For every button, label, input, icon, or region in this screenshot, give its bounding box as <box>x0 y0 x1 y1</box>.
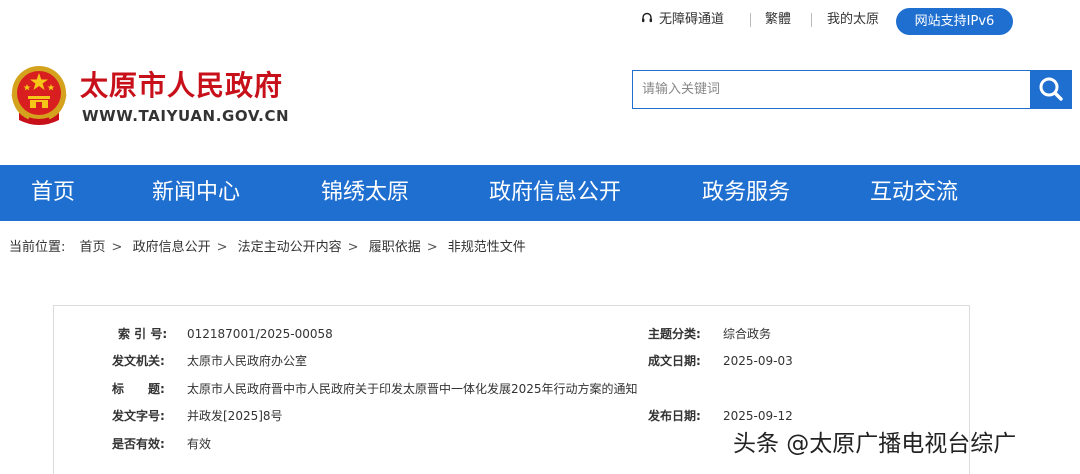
breadcrumb-separator: > <box>347 240 359 255</box>
source-watermark: 头条 @太原广播电视台综广 <box>733 431 1017 457</box>
breadcrumb-item[interactable]: 非规范性文件 <box>448 240 526 255</box>
utility-bar: 无障碍通道 繁體 我的太原 网站支持IPv6 <box>0 0 1080 42</box>
breadcrumb-separator: > <box>111 240 123 255</box>
headset-icon <box>642 12 652 23</box>
nav-gov-info-disclosure[interactable]: 政府信息公开 <box>489 165 621 221</box>
site-url: WWW.TAIYUAN.GOV.CN <box>82 107 290 125</box>
breadcrumb-prefix: 当前位置: <box>9 240 66 255</box>
breadcrumb-item[interactable]: 法定主动公开内容 <box>238 240 342 255</box>
breadcrumb: 当前位置: 首页 > 政府信息公开 > 法定主动公开内容 > 履职依据 > 非规范性文件 <box>9 238 528 258</box>
search-icon <box>1039 77 1063 101</box>
published-date-value: 2025-09-12 <box>723 409 793 423</box>
traditional-chinese-link[interactable]: 繁體 <box>765 11 791 29</box>
doc-number-label: 发文字号: <box>112 409 165 423</box>
issuer-value: 太原市人民政府办公室 <box>187 354 308 368</box>
search-input[interactable]: 请输入关键词 <box>632 70 1031 109</box>
nav-interaction[interactable]: 互动交流 <box>870 165 958 221</box>
accessibility-link[interactable]: 无障碍通道 <box>641 11 724 29</box>
breadcrumb-item[interactable]: 首页 <box>80 240 106 255</box>
breadcrumb-separator: > <box>216 240 228 255</box>
validity-value: 有效 <box>187 437 212 451</box>
main-nav: 首页 新闻中心 锦绣太原 政府信息公开 政务服务 互动交流 <box>0 165 1080 221</box>
my-taiyuan-link[interactable]: 我的太原 <box>827 11 879 29</box>
validity-label: 是否有效: <box>112 437 165 451</box>
search-button[interactable] <box>1030 70 1072 109</box>
published-date-label: 发布日期: <box>648 409 701 423</box>
divider <box>811 13 812 27</box>
site-name[interactable]: 太原市人民政府 <box>80 68 283 104</box>
doc-number-value: 并政发[2025]8号 <box>187 409 283 423</box>
issuer-label: 发文机关: <box>112 354 165 368</box>
title-value: 太原市人民政府晋中市人民政府关于印发太原晋中一体化发展2025年行动方案的通知 <box>187 382 638 396</box>
nav-home[interactable]: 首页 <box>31 165 75 221</box>
title-label: 标 题: <box>112 382 165 396</box>
index-value: 012187001/2025-00058 <box>187 327 333 341</box>
created-date-value: 2025-09-03 <box>723 354 793 368</box>
category-label: 主题分类: <box>648 327 701 341</box>
index-label: 索 引 号: <box>118 327 168 341</box>
nav-gov-services[interactable]: 政务服务 <box>702 165 790 221</box>
breadcrumb-item[interactable]: 履职依据 <box>369 240 421 255</box>
national-emblem-icon <box>11 66 67 125</box>
breadcrumb-item[interactable]: 政府信息公开 <box>133 240 211 255</box>
nav-jinxiu-taiyuan[interactable]: 锦绣太原 <box>321 165 409 221</box>
ipv6-button[interactable]: 网站支持IPv6 <box>896 8 1013 35</box>
created-date-label: 成文日期: <box>648 354 701 368</box>
category-value: 综合政务 <box>723 327 772 341</box>
accessibility-label: 无障碍通道 <box>659 12 725 27</box>
breadcrumb-separator: > <box>426 240 438 255</box>
divider <box>750 13 751 27</box>
nav-news-center[interactable]: 新闻中心 <box>152 165 240 221</box>
